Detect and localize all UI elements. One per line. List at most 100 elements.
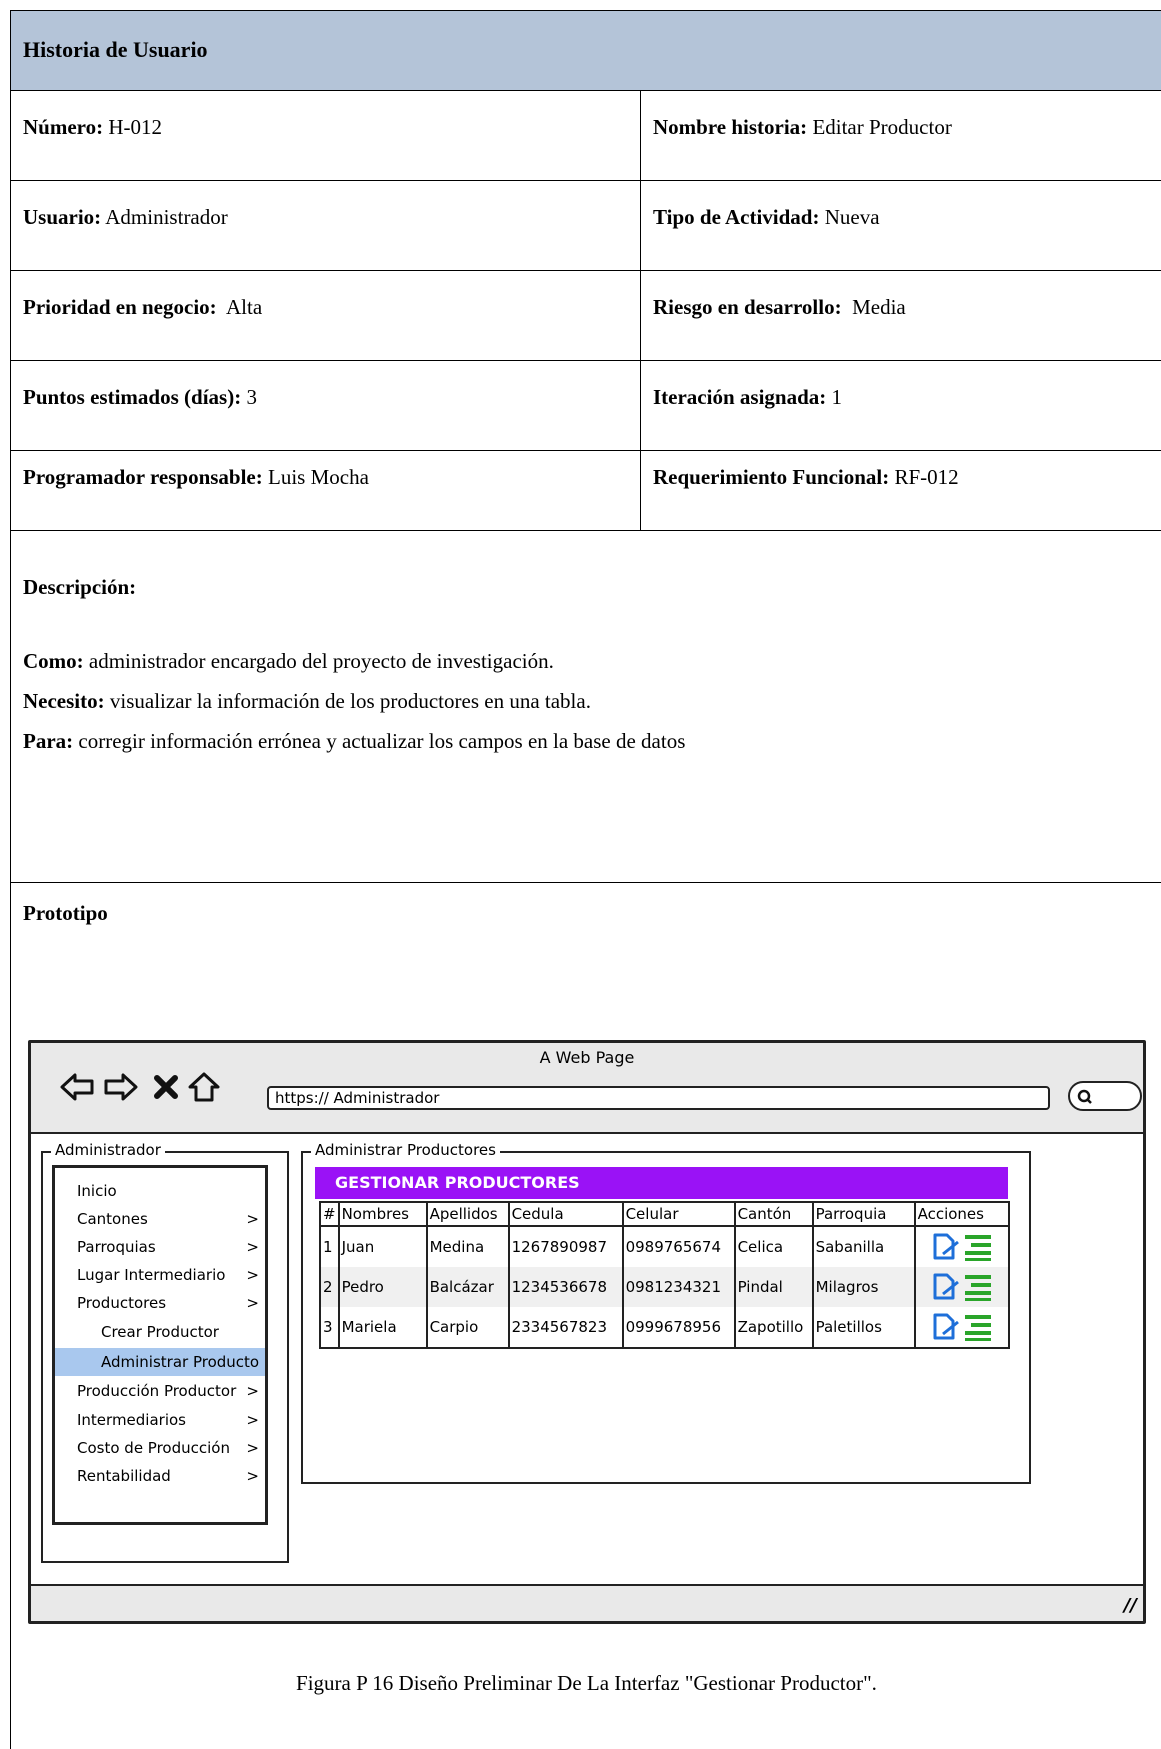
- field-value: administrador encargado del proyecto de …: [83, 649, 554, 673]
- field-riesgo: Riesgo en desarrollo: Media: [641, 271, 1161, 361]
- table-row: 2 Pedro Balcázar 1234536678 0981234321 P…: [319, 1267, 1010, 1307]
- field-label: Usuario:: [23, 205, 102, 229]
- field-label: Como:: [23, 649, 84, 673]
- table-cell: 1267890987: [507, 1226, 624, 1267]
- banner-text: GESTIONAR PRODUCTORES: [335, 1173, 580, 1192]
- field-label: Puntos estimados (días):: [23, 385, 242, 409]
- field-row-programador: Programador responsable: Luis Mocha Requ…: [11, 441, 1161, 531]
- resize-grip-icon[interactable]: //: [1124, 1595, 1137, 1616]
- sidebar-legend: Administrador: [51, 1141, 165, 1159]
- field-value: H-012: [103, 115, 163, 139]
- menu-item-lugar-intermediario[interactable]: Lugar Intermediario >: [55, 1261, 265, 1289]
- table-cell: Celica: [733, 1226, 814, 1267]
- field-puntos: Puntos estimados (días): 3: [11, 361, 641, 451]
- back-arrow-icon[interactable]: [59, 1071, 95, 1103]
- menu-item-parroquias[interactable]: Parroquias >: [55, 1233, 265, 1261]
- url-input[interactable]: https:// Administrador: [267, 1086, 1050, 1110]
- table-cell: Medina: [425, 1226, 510, 1267]
- field-value: Editar Productor: [807, 115, 952, 139]
- menu-item-intermediarios[interactable]: Intermediarios >: [55, 1406, 265, 1434]
- column-header: Acciones: [913, 1201, 1010, 1227]
- menu-item-productores[interactable]: Productores >: [55, 1289, 265, 1317]
- field-numero: Número: H-012: [11, 91, 641, 181]
- column-header: Celular: [621, 1201, 736, 1227]
- edit-icon[interactable]: [931, 1232, 961, 1262]
- menu-item-rentabilidad[interactable]: Rentabilidad >: [55, 1462, 265, 1490]
- field-value: Alta: [216, 295, 263, 319]
- field-label: Riesgo en desarrollo:: [653, 295, 842, 319]
- field-label: Tipo de Actividad:: [653, 205, 820, 229]
- table-cell: 1: [319, 1226, 340, 1267]
- menu-item-label: Producción Productor: [77, 1382, 237, 1400]
- field-value: Nueva: [819, 205, 880, 229]
- field-value: Media: [841, 295, 906, 319]
- search-icon: [1077, 1089, 1092, 1104]
- table-cell: 0989765674: [621, 1226, 736, 1267]
- field-label: Número:: [23, 115, 104, 139]
- menu-item-inicio[interactable]: Inicio: [55, 1177, 265, 1205]
- chevron-right-icon: >: [246, 1439, 259, 1457]
- menu-item-cantones[interactable]: Cantones >: [55, 1205, 265, 1233]
- field-value: RF-012: [889, 465, 959, 489]
- menu-item-label: Cantones: [77, 1210, 148, 1228]
- table-cell: Pedro: [337, 1267, 428, 1307]
- table-cell: Sabanilla: [811, 1226, 916, 1267]
- chevron-right-icon: >: [246, 1210, 259, 1228]
- main-panel: Administrar Productores GESTIONAR PRODUC…: [301, 1141, 1031, 1484]
- field-iteracion: Iteración asignada: 1: [641, 361, 1161, 451]
- field-row-usuario: Usuario: Administrador Tipo de Actividad…: [11, 181, 1161, 271]
- title-bar: Historia de Usuario: [11, 11, 1161, 91]
- field-value: corregir información errónea y actualiza…: [73, 729, 686, 753]
- field-label: Requerimiento Funcional:: [653, 465, 890, 489]
- main-legend: Administrar Productores: [311, 1141, 500, 1159]
- menu-item-costo-produccion[interactable]: Costo de Producción >: [55, 1434, 265, 1462]
- edit-icon[interactable]: [931, 1312, 961, 1342]
- chevron-right-icon: >: [246, 1382, 259, 1400]
- menu-item-label: Rentabilidad: [77, 1467, 171, 1485]
- field-nombre-historia: Nombre historia: Editar Productor: [641, 91, 1161, 181]
- list-icon[interactable]: [963, 1232, 993, 1262]
- actions-cell: [913, 1307, 1010, 1349]
- list-icon[interactable]: [963, 1312, 993, 1342]
- table-cell: Pindal: [733, 1267, 814, 1307]
- table-cell: Zapotillo: [733, 1307, 814, 1349]
- menu-item-produccion-productor[interactable]: Producción Productor >: [55, 1377, 265, 1405]
- description-como: Como: administrador encargado del proyec…: [23, 649, 554, 674]
- gestionar-productores-banner: GESTIONAR PRODUCTORES: [315, 1167, 1008, 1199]
- menu-item-crear-productor[interactable]: Crear Productor: [55, 1318, 265, 1346]
- home-icon[interactable]: [187, 1071, 221, 1103]
- table-cell: 3: [319, 1307, 340, 1349]
- field-tipo-actividad: Tipo de Actividad: Nueva: [641, 181, 1161, 271]
- menu-item-label: Parroquias: [77, 1238, 156, 1256]
- table-row: 1 Juan Medina 1267890987 0989765674 Celi…: [319, 1226, 1010, 1267]
- actions-cell: [913, 1267, 1010, 1307]
- prototype-mockup-window: A Web Page https:// Administrador Admini…: [28, 1040, 1146, 1624]
- edit-icon[interactable]: [931, 1272, 961, 1302]
- field-label: Para:: [23, 729, 74, 753]
- chevron-right-icon: >: [246, 1467, 259, 1485]
- menu-item-label: Administrar Producto: [101, 1353, 260, 1371]
- divider: [31, 1584, 1143, 1586]
- column-header: Cantón: [733, 1201, 814, 1227]
- column-header: Nombres: [337, 1201, 428, 1227]
- list-icon[interactable]: [963, 1272, 993, 1302]
- menu-item-label: Intermediarios: [77, 1411, 186, 1429]
- search-button[interactable]: [1068, 1081, 1142, 1111]
- description-heading-text: Descripción:: [23, 575, 137, 599]
- field-value: visualizar la información de los product…: [104, 689, 591, 713]
- field-value: 3: [241, 385, 257, 409]
- field-requerimiento: Requerimiento Funcional: RF-012: [641, 441, 1161, 531]
- field-label: Iteración asignada:: [653, 385, 827, 409]
- menu-item-administrar-productores[interactable]: Administrar Producto: [55, 1348, 265, 1376]
- table-cell: Mariela: [337, 1307, 428, 1349]
- column-header: Parroquia: [811, 1201, 916, 1227]
- field-value: 1: [826, 385, 843, 409]
- table-cell: Milagros: [811, 1267, 916, 1307]
- productores-table: # Nombres Apellidos Cedula Celular Cantó…: [319, 1201, 1010, 1349]
- chevron-right-icon: >: [246, 1294, 259, 1312]
- table-cell: 2: [319, 1267, 340, 1307]
- table-cell: Carpio: [425, 1307, 510, 1349]
- forward-arrow-icon[interactable]: [103, 1071, 139, 1103]
- close-icon[interactable]: [151, 1071, 181, 1103]
- field-label: Programador responsable:: [23, 465, 263, 489]
